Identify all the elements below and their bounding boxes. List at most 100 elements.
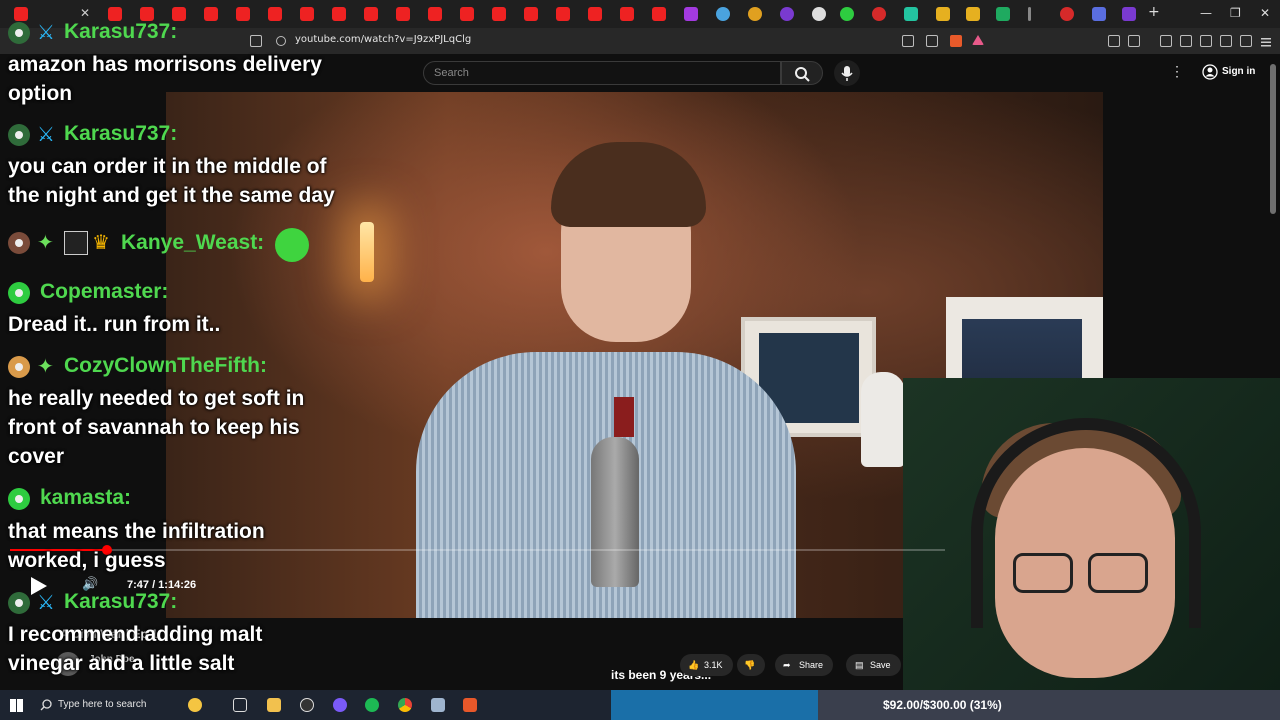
- search-icon: [40, 699, 52, 711]
- youtube-tab-icon[interactable]: [652, 7, 666, 21]
- brave-rewards-icon[interactable]: [972, 35, 984, 45]
- like-button[interactable]: 👍 3.1K: [680, 654, 733, 676]
- brave-icon[interactable]: [463, 698, 477, 712]
- voice-search-button[interactable]: [834, 60, 860, 86]
- youtube-tab-icon[interactable]: [14, 7, 28, 21]
- brave-shields-icon[interactable]: [950, 35, 962, 47]
- wallet-icon[interactable]: [1200, 35, 1212, 47]
- chat-username: CozyClownTheFifth:: [64, 354, 267, 377]
- app-icon[interactable]: [431, 698, 445, 712]
- site-tab-icon[interactable]: [1060, 7, 1074, 21]
- thumbs-up-icon: 👍: [688, 660, 700, 670]
- chat-message: Dread it.. run from it..: [8, 313, 221, 336]
- close-window-icon[interactable]: ✕: [1260, 6, 1270, 20]
- youtube-tab-icon[interactable]: [268, 7, 282, 21]
- site-tab-icon[interactable]: [840, 7, 854, 21]
- sign-in-button[interactable]: Sign in: [1196, 61, 1263, 85]
- task-view-icon[interactable]: [233, 698, 247, 712]
- search-placeholder: Search: [434, 67, 469, 79]
- screenshot-icon[interactable]: [1128, 35, 1140, 47]
- twitch-tab-icon[interactable]: [1122, 7, 1136, 21]
- youtube-tab-icon[interactable]: [588, 7, 602, 21]
- taskbar-search-input[interactable]: Type here to search: [58, 699, 146, 710]
- twitch-tab-icon[interactable]: [684, 7, 698, 21]
- browser-tab-strip: ✕ + — ❐ ✕: [0, 0, 1280, 28]
- sword-badge-icon: ⚔: [37, 590, 55, 614]
- windows-start-icon[interactable]: [10, 699, 23, 712]
- site-tab-icon[interactable]: [1028, 7, 1031, 21]
- tab-close-icon[interactable]: ✕: [80, 6, 90, 20]
- extensions-icon[interactable]: [1108, 35, 1120, 47]
- youtube-tab-icon[interactable]: [396, 7, 410, 21]
- copilot-icon[interactable]: [188, 698, 202, 712]
- youtube-tab-icon[interactable]: [204, 7, 218, 21]
- badge-icon: [8, 22, 30, 44]
- media-icon[interactable]: [1160, 35, 1172, 47]
- youtube-tab-icon[interactable]: [460, 7, 474, 21]
- site-tab-icon[interactable]: [716, 7, 730, 21]
- share-button[interactable]: ➦ Share: [775, 654, 834, 676]
- new-tab-icon[interactable]: +: [1148, 4, 1160, 20]
- vpn-icon[interactable]: [1240, 35, 1252, 47]
- chrome-icon[interactable]: [398, 698, 412, 712]
- sidebar-icon[interactable]: [1180, 35, 1192, 47]
- obs-icon[interactable]: [300, 698, 314, 712]
- leo-icon[interactable]: [1220, 35, 1232, 47]
- youtube-tab-icon[interactable]: [300, 7, 314, 21]
- video-person-hair: [551, 142, 706, 227]
- share-label: Share: [799, 660, 824, 670]
- chat-message: I recommend adding malt vinegar and a li…: [8, 623, 263, 675]
- donation-goal-fill: [611, 690, 818, 720]
- avatar: [8, 232, 30, 254]
- chat-message: amazon has morrisons delivery option: [8, 53, 322, 105]
- kick-badge-icon: [8, 488, 30, 510]
- browser-menu-icon[interactable]: [1260, 35, 1272, 47]
- chat-username: Copemaster:: [40, 280, 169, 303]
- site-tab-icon[interactable]: [1092, 7, 1106, 21]
- dislike-button[interactable]: 👎: [737, 654, 765, 676]
- site-tab-icon[interactable]: [812, 7, 826, 21]
- maximize-icon[interactable]: ❐: [1230, 6, 1241, 20]
- site-tab-icon[interactable]: [904, 7, 918, 21]
- save-button[interactable]: ▤ Save: [846, 654, 901, 676]
- sword-badge-icon: ⚔: [37, 20, 55, 44]
- site-tab-icon[interactable]: [936, 7, 950, 21]
- youtube-tab-icon[interactable]: [556, 7, 570, 21]
- site-tab-icon[interactable]: [966, 7, 980, 21]
- youtube-tab-icon[interactable]: [428, 7, 442, 21]
- chat-message: he really needed to get soft in front of…: [8, 387, 305, 468]
- site-tab-icon[interactable]: [872, 7, 886, 21]
- youtube-tab-icon[interactable]: [332, 7, 346, 21]
- page-scrollbar[interactable]: [1270, 64, 1276, 214]
- video-microphone: [591, 437, 639, 587]
- bookmark-icon[interactable]: [250, 35, 262, 47]
- spotify-icon[interactable]: [365, 698, 379, 712]
- youtube-tab-icon[interactable]: [620, 7, 634, 21]
- kick-badge-icon: [8, 282, 30, 304]
- site-tab-icon[interactable]: [780, 7, 794, 21]
- url-field[interactable]: youtube.com/watch?v=J9zxPJLqClg: [295, 34, 471, 45]
- site-tab-icon[interactable]: [996, 7, 1010, 21]
- chat-username: Kanye_Weast:: [121, 231, 265, 254]
- youtube-tab-icon[interactable]: [524, 7, 538, 21]
- youtube-tab-icon[interactable]: [236, 7, 250, 21]
- share-page-icon[interactable]: [926, 35, 938, 47]
- youtube-tab-icon[interactable]: [108, 7, 122, 21]
- save-icon: ▤: [855, 660, 864, 670]
- youtube-tab-icon[interactable]: [492, 7, 506, 21]
- settings-menu-icon[interactable]: ⋮: [1170, 63, 1184, 80]
- search-icon: [795, 67, 810, 82]
- share-icon: ➦: [783, 660, 791, 670]
- file-explorer-icon[interactable]: [267, 698, 281, 712]
- search-button[interactable]: [781, 61, 823, 85]
- search-input[interactable]: Search: [423, 61, 781, 85]
- cast-icon[interactable]: [902, 35, 914, 47]
- site-tab-icon[interactable]: [748, 7, 762, 21]
- minimize-icon[interactable]: —: [1200, 6, 1212, 20]
- youtube-tab-icon[interactable]: [172, 7, 186, 21]
- site-info-icon[interactable]: [276, 36, 286, 46]
- discord-icon[interactable]: [333, 698, 347, 712]
- youtube-tab-icon[interactable]: [364, 7, 378, 21]
- badge-icon: [8, 592, 30, 614]
- youtube-tab-icon[interactable]: [140, 7, 154, 21]
